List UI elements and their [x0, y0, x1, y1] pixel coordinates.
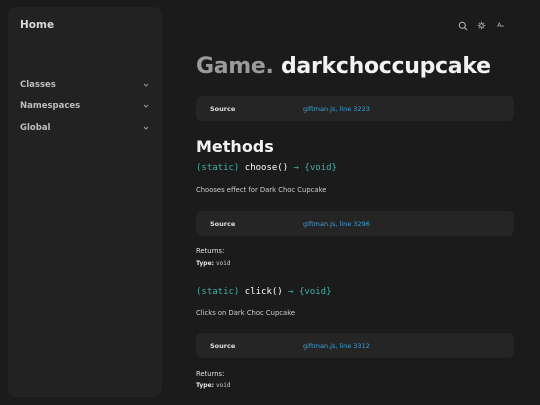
- toolbar: Aₐ: [457, 20, 506, 31]
- return-type: Type: void: [196, 382, 230, 389]
- chevron-down-icon: [142, 102, 150, 110]
- type-value: void: [215, 260, 231, 267]
- title-namespace: Game.: [196, 54, 274, 79]
- returns-label: Returns:: [196, 247, 225, 255]
- sidebar-nav: Classes Namespaces Global: [20, 74, 150, 139]
- sidebar-item-label: Global: [20, 122, 51, 133]
- static-keyword: (static): [196, 163, 240, 173]
- source-file: giftman.js: [303, 104, 336, 113]
- chevron-down-icon: [142, 81, 150, 89]
- returns-label: Returns:: [196, 370, 225, 378]
- type-label: Type:: [196, 260, 215, 267]
- method-description: Clicks on Dark Choc Cupcake: [196, 309, 296, 317]
- sidebar-item-label: Classes: [20, 79, 56, 90]
- method-return: → {void}: [288, 287, 332, 297]
- sidebar: Home Classes Namespaces Global: [8, 7, 162, 397]
- source-link[interactable]: giftman.js, line 3312: [303, 342, 370, 350]
- method-return: → {void}: [293, 163, 337, 173]
- return-type: Type: void: [196, 260, 230, 267]
- home-link[interactable]: Home: [20, 19, 54, 31]
- source-link[interactable]: giftman.js, line 3296: [303, 220, 370, 228]
- source-line: line 3296: [339, 219, 370, 228]
- page-title: Game. darkchoccupcake: [196, 54, 491, 79]
- source-box: Source giftman.js, line 3296: [196, 211, 514, 236]
- chevron-down-icon: [142, 124, 150, 132]
- method-signature-choose[interactable]: (static) choose() → {void}: [196, 163, 337, 173]
- source-line: line 3223: [339, 104, 370, 113]
- method-name: click(): [244, 287, 283, 297]
- source-file: giftman.js: [303, 219, 336, 228]
- method-name: choose(): [244, 163, 289, 173]
- sidebar-item-global[interactable]: Global: [20, 117, 150, 139]
- source-label: Source: [210, 104, 236, 113]
- source-link[interactable]: giftman.js, line 3223: [303, 105, 370, 113]
- static-keyword: (static): [196, 287, 240, 297]
- font-size-icon[interactable]: Aₐ: [495, 20, 506, 31]
- sidebar-item-classes[interactable]: Classes: [20, 74, 150, 96]
- source-line: line 3312: [339, 341, 370, 350]
- source-box: Source giftman.js, line 3312: [196, 333, 514, 358]
- type-value: void: [215, 382, 231, 389]
- source-file: giftman.js: [303, 341, 336, 350]
- method-description: Chooses effect for Dark Choc Cupcake: [196, 186, 327, 194]
- source-label: Source: [210, 341, 236, 350]
- sidebar-item-label: Namespaces: [20, 101, 81, 112]
- source-box: Source giftman.js, line 3223: [196, 96, 514, 121]
- methods-heading: Methods: [196, 137, 274, 156]
- type-label: Type:: [196, 382, 215, 389]
- settings-icon[interactable]: [476, 20, 487, 31]
- title-name: darkchoccupcake: [280, 54, 491, 79]
- method-signature-click[interactable]: (static) click() → {void}: [196, 287, 332, 297]
- sidebar-item-namespaces[interactable]: Namespaces: [20, 96, 150, 118]
- docs-page: Home Classes Namespaces Global Aₐ Game. …: [0, 0, 540, 405]
- search-icon[interactable]: [457, 20, 468, 31]
- source-label: Source: [210, 219, 236, 228]
